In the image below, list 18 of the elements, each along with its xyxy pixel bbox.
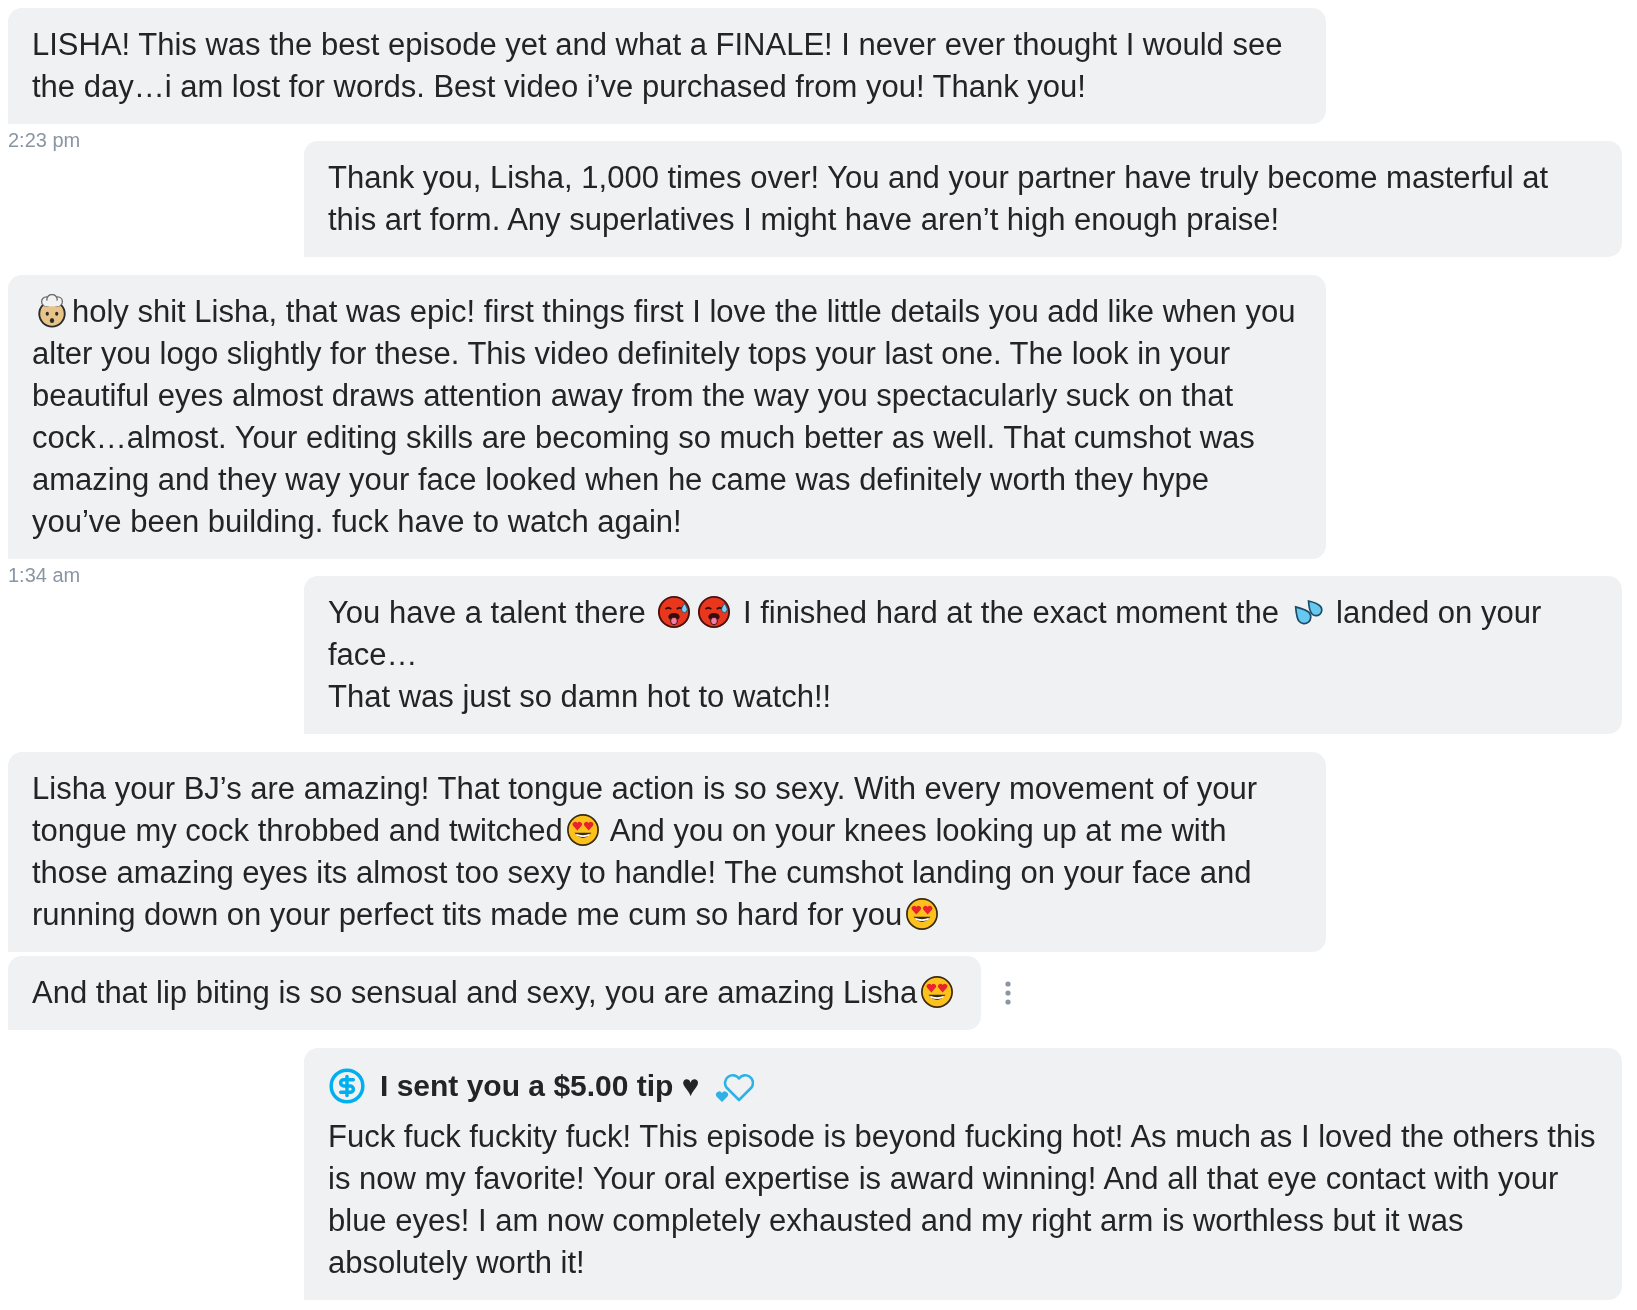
message-text: And that lip biting is so sensual and sexy, you are amazing Lisha [32,972,958,1014]
mind-blown-face-icon [35,294,69,328]
heart-eyes-face-icon [905,897,940,931]
message-text: You have a talent there I finished hard at the exact moment the landed on your face… That was just so damn hot to watch!! [328,594,1543,716]
message-text: Fuck fuck fuckity fuck! This episode is beyond fucking hot! As much as I loved the others this is now my favorite! Your oral expertise is award winning! And all that eye contact with your blue eyes! I am now completely exhausted and my right arm is worthless but it was absolutely worth it! [328,1118,1597,1282]
message-time: 2:23 pm [8,129,81,151]
message-text: holy shit Lisha, that was epic! first things first I love the little details you add like when you alter you logo slightly for these. This video definitely tops your last one. The look in your beautiful eyes almost draws attention away from the way you spectacularly suck on that cock…almost. Your editing skills are becoming so much better as well. That cumshot was amazing and they way your face looked when he came was definitely worth they hype you’ve been building. fuck have to watch again! [32,293,1297,541]
heart-eyes-face-icon [920,975,955,1009]
message-text: LISHA! This was the best episode yet and what a FINALE! I never ever thought I would see the day…i am lost for words. Best video i’ve purchased from you! Thank you! [32,26,1284,106]
hot-face-icon [697,595,732,629]
message-time: 1:34 am [8,564,81,586]
hot-face-icon [657,595,692,629]
tip-label: I sent you a $5.00 tip ♥ [380,1069,700,1103]
message-text: Lisha your BJ’s are amazing! That tongue action is so sexy. With every movement of your tongue my cock throbbed and twitched And you on your knees looking up at me with those amazing eyes its almost too sexy to handle! The cumshot landing on your face and running down on your perfect tits made me cum so hard for you [32,770,1259,934]
more-options-icon[interactable] [1005,981,1012,1005]
message-text: Thank you, Lisha, 1,000 times over! You and your partner have truly become masterful at this art form. Any superlatives I might have aren’t high enough praise! [328,159,1550,239]
heart-eyes-face-icon [565,813,600,847]
dollar-circle-icon [328,1067,366,1105]
